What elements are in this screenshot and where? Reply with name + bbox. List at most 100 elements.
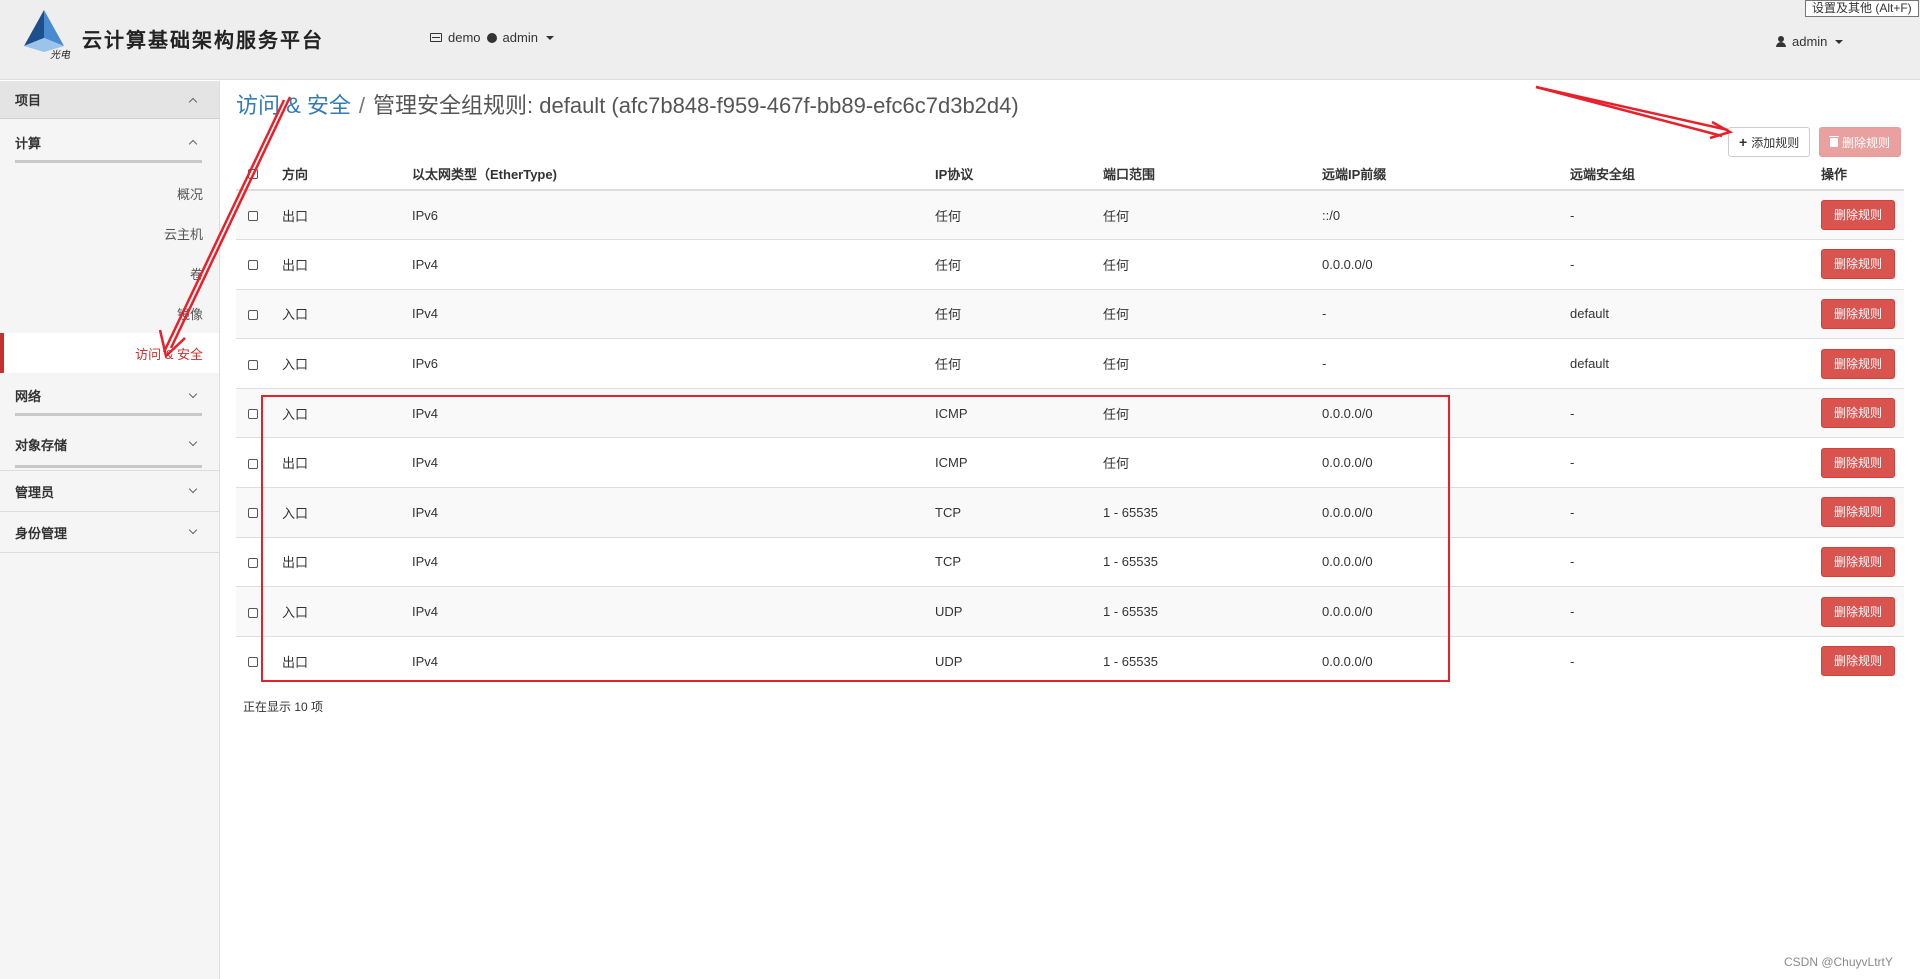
cell-remote-security-group: default <box>1570 288 1821 339</box>
cell-ip-protocol: UDP <box>935 586 1103 637</box>
top-header: 光电 云计算基础架构服务平台 demo admin admin 设置及其他 (A… <box>0 0 1920 80</box>
header-actions: 操作 <box>1821 157 1904 191</box>
add-rule-label: 添加规则 <box>1751 135 1800 150</box>
delete-rule-button[interactable]: 删除规则 <box>1821 546 1896 577</box>
table-row: 出口 IPv6 任何 任何 ::/0 - 删除规则 <box>236 189 1904 240</box>
cell-remote-ip-prefix: 0.0.0.0/0 <box>1322 586 1570 637</box>
row-checkbox[interactable] <box>248 310 258 321</box>
cell-remote-ip-prefix: 0.0.0.0/0 <box>1322 239 1570 290</box>
cell-direction: 出口 <box>282 437 412 488</box>
row-checkbox[interactable] <box>248 260 258 271</box>
table-header-row: 方向 以太网类型（EtherType) IP协议 端口范围 远端IP前缀 远端安… <box>236 157 1904 191</box>
cell-ip-protocol: ICMP <box>935 387 1103 438</box>
delete-rule-button[interactable]: 删除规则 <box>1821 447 1896 478</box>
sidebar-section-label: 管理员 <box>15 484 55 500</box>
header-remote-ip-prefix[interactable]: 远端IP前缀 <box>1322 157 1570 191</box>
cell-ethertype: IPv4 <box>412 635 935 686</box>
caret-down-icon <box>1835 39 1844 44</box>
brand-title: 云计算基础架构服务平台 <box>82 28 324 52</box>
cell-ip-protocol: UDP <box>935 635 1103 686</box>
table-row: 入口 IPv4 TCP 1 - 65535 0.0.0.0/0 - 删除规则 <box>236 487 1904 538</box>
row-select-cell <box>236 288 282 339</box>
cell-direction: 入口 <box>282 387 412 438</box>
sidebar-item-images[interactable]: 镜像 <box>0 293 219 333</box>
sidebar-section-compute[interactable]: 计算 <box>0 119 219 165</box>
section-underline <box>15 160 202 163</box>
cell-ethertype: IPv4 <box>412 487 935 538</box>
row-checkbox[interactable] <box>248 558 258 569</box>
row-select-cell <box>236 239 282 290</box>
row-checkbox[interactable] <box>248 359 258 370</box>
cell-ip-protocol: 任何 <box>935 288 1103 339</box>
row-checkbox[interactable] <box>248 607 258 618</box>
sidebar-section-project[interactable]: 项目 <box>0 81 219 119</box>
logo-icon: 光电 <box>24 10 71 60</box>
cell-remote-security-group: - <box>1570 487 1821 538</box>
cell-remote-security-group: default <box>1570 338 1821 389</box>
cell-remote-ip-prefix: 0.0.0.0/0 <box>1322 635 1570 686</box>
delete-rule-button[interactable]: 删除规则 <box>1821 646 1896 677</box>
cell-port-range: 1 - 65535 <box>1103 586 1322 637</box>
cell-remote-ip-prefix: 0.0.0.0/0 <box>1322 387 1570 438</box>
chevron-down-icon <box>188 484 198 494</box>
delete-rule-button[interactable]: 删除规则 <box>1821 596 1896 627</box>
user-menu[interactable]: admin <box>1776 34 1844 49</box>
sidebar-item-access-security[interactable]: 访问 & 安全 <box>0 333 219 373</box>
project-switcher[interactable]: demo admin <box>430 30 554 45</box>
cell-ip-protocol: 任何 <box>935 189 1103 240</box>
trash-icon <box>1829 135 1839 147</box>
row-checkbox[interactable] <box>248 409 258 420</box>
delete-rule-button[interactable]: 删除规则 <box>1821 398 1896 429</box>
table-row: 入口 IPv4 UDP 1 - 65535 0.0.0.0/0 - 删除规则 <box>236 586 1904 637</box>
row-checkbox[interactable] <box>248 458 258 469</box>
sidebar-section-identity[interactable]: 身份管理 <box>0 512 219 552</box>
header-direction[interactable]: 方向 <box>282 157 412 191</box>
svg-text:光电: 光电 <box>50 49 71 60</box>
breadcrumb-separator: / <box>358 93 366 118</box>
sidebar-section-label: 项目 <box>15 93 42 108</box>
chevron-up-icon <box>188 139 198 149</box>
delete-rule-button[interactable]: 删除规则 <box>1821 497 1896 528</box>
sidebar-section-admin[interactable]: 管理员 <box>0 471 219 511</box>
sidebar: 项目 计算 概况 云主机 卷 镜像 访问 & 安全 网络 对象存储 管理员 身份… <box>0 81 220 979</box>
row-checkbox[interactable] <box>248 211 258 222</box>
item-count: 正在显示 10 项 <box>243 700 324 714</box>
cell-actions: 删除规则 <box>1821 487 1904 538</box>
delete-rule-button[interactable]: 删除规则 <box>1821 200 1896 231</box>
cell-actions: 删除规则 <box>1821 239 1904 290</box>
chevron-down-icon <box>188 437 198 447</box>
cell-remote-ip-prefix: - <box>1322 288 1570 339</box>
cell-remote-ip-prefix: 0.0.0.0/0 <box>1322 487 1570 538</box>
header-remote-security-group[interactable]: 远端安全组 <box>1570 157 1821 191</box>
cell-ip-protocol: 任何 <box>935 239 1103 290</box>
sidebar-item-instances[interactable]: 云主机 <box>0 213 219 253</box>
row-checkbox[interactable] <box>248 508 258 519</box>
cell-ethertype: IPv6 <box>412 338 935 389</box>
sidebar-item-volumes[interactable]: 卷 <box>0 253 219 293</box>
cell-actions: 删除规则 <box>1821 189 1904 240</box>
cell-remote-security-group: - <box>1570 586 1821 637</box>
sidebar-divider <box>0 552 219 553</box>
cell-remote-security-group: - <box>1570 239 1821 290</box>
breadcrumb-parent-link[interactable]: 访问 & 安全 <box>236 93 351 118</box>
delete-rule-button[interactable]: 删除规则 <box>1821 348 1896 379</box>
header-ethertype[interactable]: 以太网类型（EtherType) <box>412 157 935 191</box>
cell-ethertype: IPv4 <box>412 239 935 290</box>
sidebar-section-network[interactable]: 网络 <box>0 373 219 418</box>
select-all-checkbox[interactable] <box>248 169 258 180</box>
delete-rule-button[interactable]: 删除规则 <box>1821 298 1896 329</box>
delete-rule-button[interactable]: 删除规则 <box>1821 249 1896 280</box>
sidebar-section-object-storage[interactable]: 对象存储 <box>0 418 219 470</box>
sidebar-section-label: 网络 <box>15 389 42 404</box>
header-port-range[interactable]: 端口范围 <box>1103 157 1322 191</box>
cell-actions: 删除规则 <box>1821 586 1904 637</box>
header-ip-protocol[interactable]: IP协议 <box>935 157 1103 191</box>
cell-remote-ip-prefix: - <box>1322 338 1570 389</box>
page-title: 访问 & 安全 / 管理安全组规则: default (afc7b848-f959-… <box>236 88 1019 120</box>
cell-direction: 入口 <box>282 586 412 637</box>
add-rule-button[interactable]: + 添加规则 <box>1728 127 1811 157</box>
cell-ethertype: IPv4 <box>412 437 935 488</box>
row-checkbox[interactable] <box>248 657 258 668</box>
sidebar-item-overview[interactable]: 概况 <box>0 173 219 213</box>
delete-rules-button[interactable]: 删除规则 <box>1819 127 1902 157</box>
